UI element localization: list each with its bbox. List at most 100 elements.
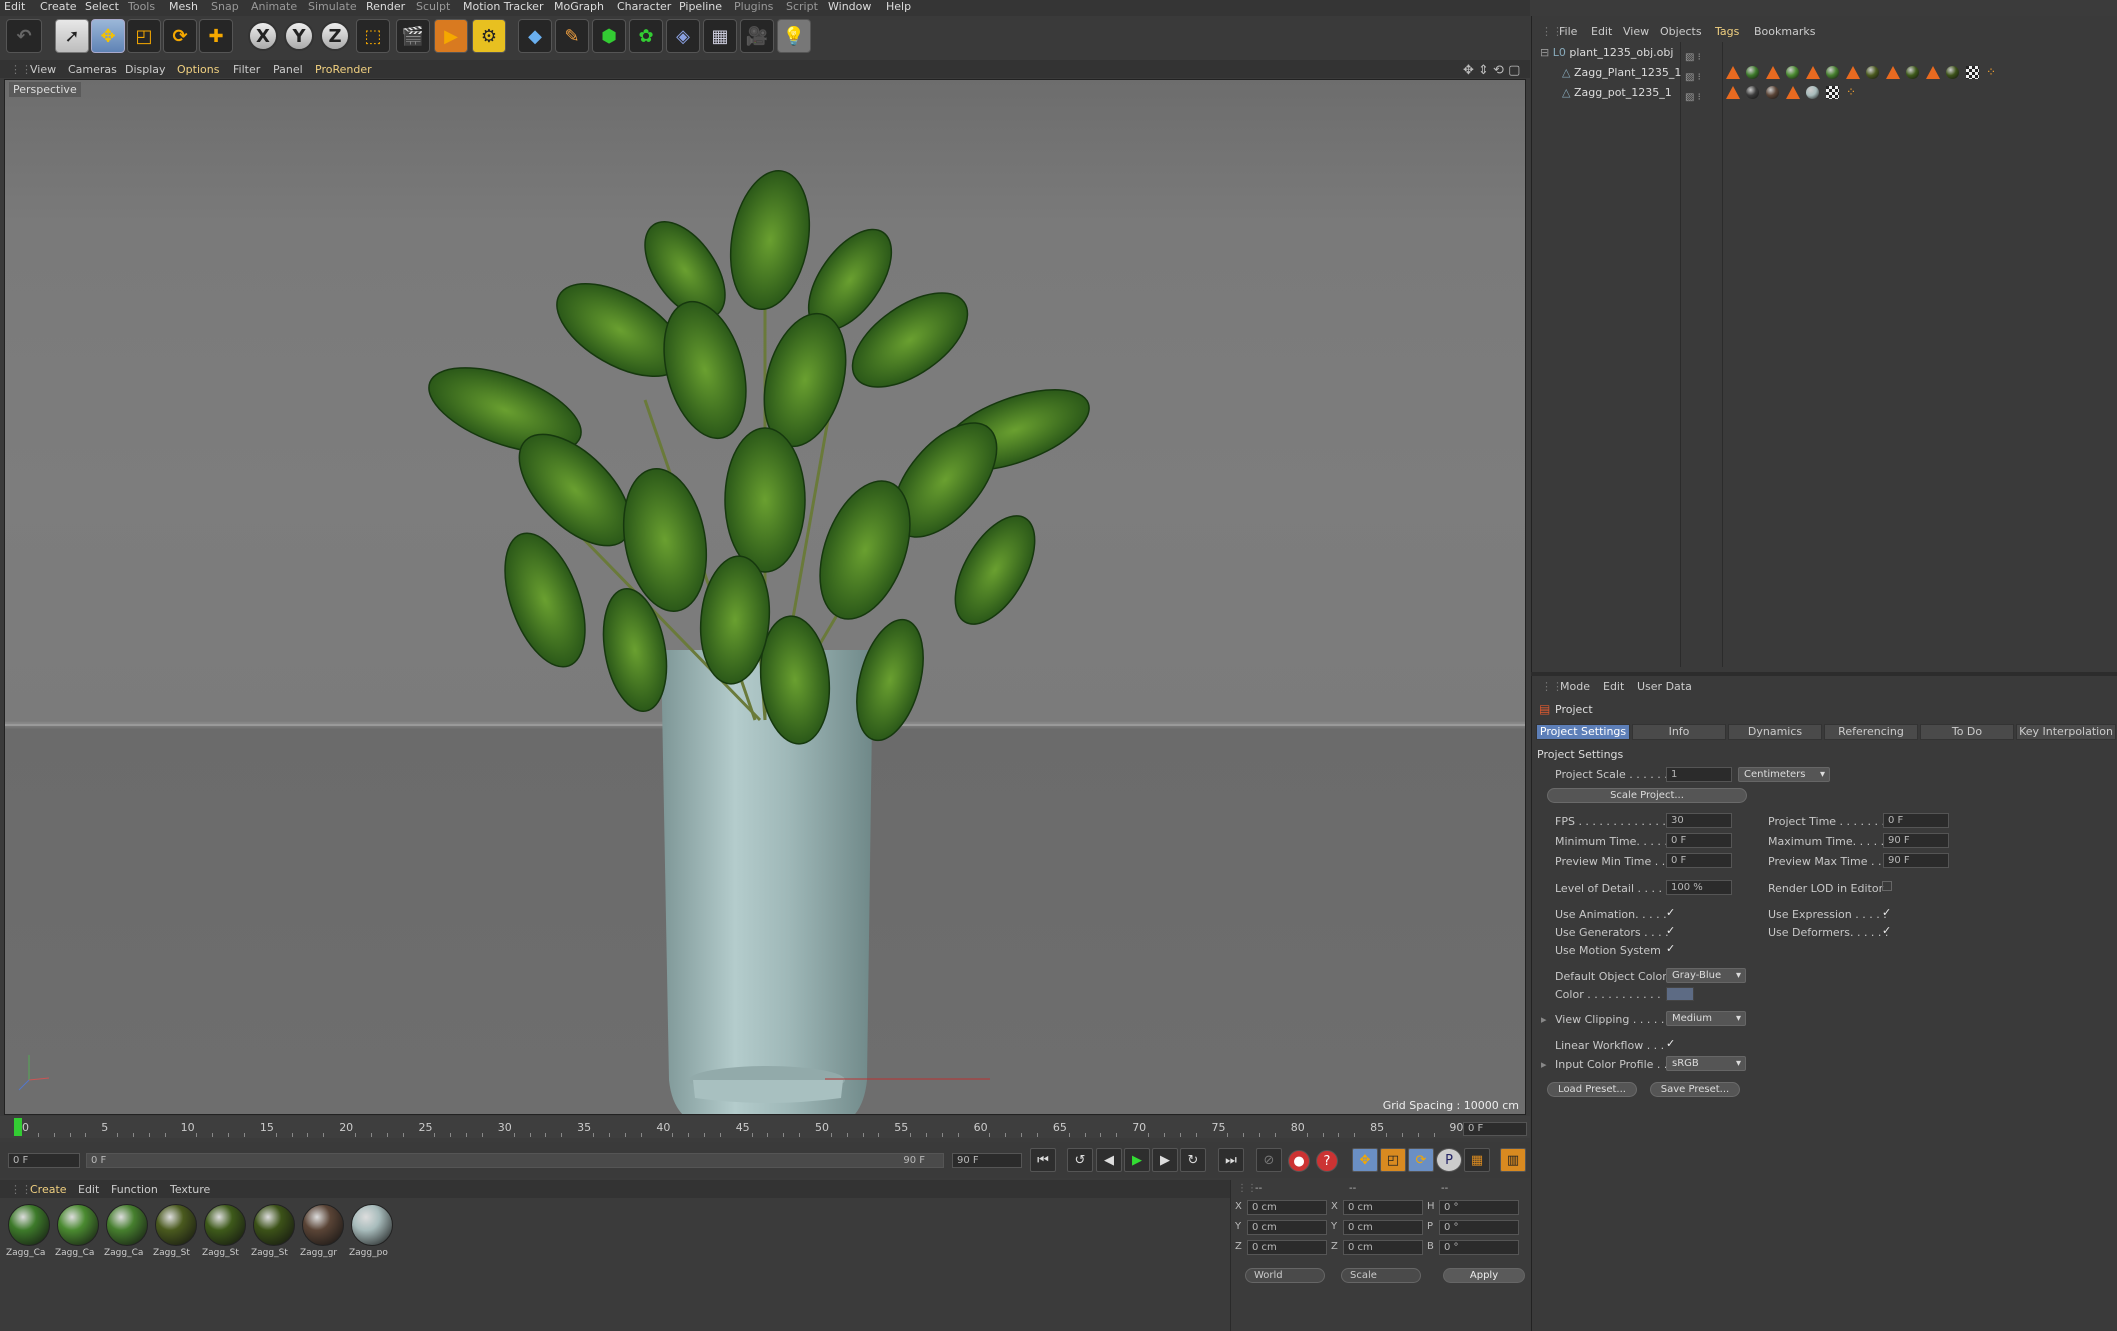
input-profile-dropdown[interactable]: sRGB (1666, 1056, 1746, 1071)
record-disabled-icon[interactable]: ⊘ (1256, 1148, 1282, 1172)
visibility-toggles[interactable]: ▨ ⁝ ▨ ⁝ ▨ ⁝ (1685, 48, 1701, 108)
material-item[interactable]: Zagg_St (251, 1204, 297, 1264)
current-frame-field[interactable]: 0 F (1463, 1122, 1527, 1136)
object-row-plant[interactable]: △ Zagg_Plant_1235_1 (1562, 66, 1681, 84)
mat-menu-create[interactable]: Create (30, 1183, 67, 1196)
material-item[interactable]: Zagg_po (349, 1204, 395, 1264)
coord-value-field[interactable]: 0 ° (1439, 1220, 1519, 1235)
previous-frame-icon[interactable]: ◀ (1096, 1148, 1122, 1172)
attr-tab[interactable]: Dynamics (1728, 724, 1822, 740)
play-icon[interactable]: ▶ (1124, 1148, 1150, 1172)
x-axis-icon[interactable]: X (248, 21, 278, 51)
cube-icon[interactable]: ◆ (518, 19, 552, 53)
vp-menu-panel[interactable]: Panel (273, 63, 303, 76)
default-color-dropdown[interactable]: Gray-Blue (1666, 968, 1746, 983)
attr-tab[interactable]: To Do (1920, 724, 2014, 740)
min-time-field[interactable]: 0 F (1666, 833, 1732, 848)
undo-icon[interactable]: ↶ (6, 19, 42, 53)
render-view-icon[interactable]: 🎬 (396, 19, 430, 53)
attr-tab[interactable]: Referencing (1824, 724, 1918, 740)
3d-viewport[interactable]: Perspective Grid Spacing: 10000 cm (4, 79, 1526, 1115)
project-time-field[interactable]: 0 F (1883, 813, 1949, 828)
menu-window[interactable]: Window (828, 0, 871, 14)
scale-unit-dropdown[interactable]: Centimeters (1738, 767, 1830, 782)
y-axis-icon[interactable]: Y (284, 21, 314, 51)
selection-tag-icon[interactable]: ⁘ (1986, 66, 1999, 79)
menu-select[interactable]: Select (85, 0, 119, 14)
material-tag-icon[interactable] (1746, 86, 1759, 99)
material-item[interactable]: Zagg_gr (300, 1204, 346, 1264)
object-name[interactable]: Zagg_Plant_1235_1 (1574, 66, 1681, 79)
lod-field[interactable]: 100 % (1666, 880, 1732, 895)
phong-tag-icon[interactable] (1926, 66, 1940, 79)
timeline-window-icon[interactable]: ▥ (1500, 1148, 1526, 1172)
om-menu-bookmarks[interactable]: Bookmarks (1754, 25, 1815, 38)
object-row-root[interactable]: ⊟ L0 plant_1235_obj.obj (1540, 46, 1673, 64)
vp-menu-prorender[interactable]: ProRender (315, 63, 372, 76)
material-tag-icon[interactable] (1826, 66, 1839, 79)
subdivision-icon[interactable]: ⬢ (592, 19, 626, 53)
selection-tag-icon[interactable]: ⁘ (1846, 86, 1859, 99)
om-menu-objects[interactable]: Objects (1660, 25, 1702, 38)
mat-menu-edit[interactable]: Edit (78, 1183, 99, 1196)
use-expression-checkbox[interactable]: ✓ (1882, 907, 1894, 919)
expand-arrow-icon[interactable]: ▸ (1541, 1013, 1547, 1026)
attr-tab[interactable]: Info (1632, 724, 1726, 740)
material-tag-icon[interactable] (1786, 66, 1799, 79)
om-menu-view[interactable]: View (1623, 25, 1649, 38)
coord-value-field[interactable]: 0 cm (1343, 1220, 1423, 1235)
menu-mesh[interactable]: Mesh (169, 0, 198, 14)
z-axis-icon[interactable]: Z (320, 21, 350, 51)
load-preset-button[interactable]: Load Preset... (1547, 1082, 1637, 1097)
preview-max-field[interactable]: 90 F (1883, 853, 1949, 868)
material-tag-icon[interactable] (1746, 66, 1759, 79)
key-parameter-icon[interactable]: P (1436, 1148, 1462, 1172)
range-slider[interactable]: 0 F 90 F (86, 1153, 944, 1168)
phong-tag-icon[interactable] (1786, 86, 1800, 99)
fps-field[interactable]: 30 (1666, 813, 1732, 828)
pen-spline-icon[interactable]: ✎ (555, 19, 589, 53)
use-animation-checkbox[interactable]: ✓ (1666, 907, 1678, 919)
material-tag-icon[interactable] (1866, 66, 1879, 79)
coord-value-field[interactable]: 0 ° (1439, 1200, 1519, 1215)
material-item[interactable]: Zagg_Ca (55, 1204, 101, 1264)
apply-button[interactable]: Apply (1443, 1268, 1525, 1283)
coord-value-field[interactable]: 0 cm (1247, 1240, 1327, 1255)
next-frame-icon[interactable]: ▶ (1152, 1148, 1178, 1172)
max-time-field[interactable]: 90 F (1883, 833, 1949, 848)
mat-menu-texture[interactable]: Texture (170, 1183, 210, 1196)
previous-key-icon[interactable]: ↺ (1067, 1148, 1093, 1172)
om-menu-edit[interactable]: Edit (1591, 25, 1612, 38)
menu-simulate[interactable]: Simulate (308, 0, 357, 14)
om-menu-tags[interactable]: Tags (1715, 25, 1739, 38)
menu-create[interactable]: Create (40, 0, 77, 14)
material-tag-icon[interactable] (1806, 86, 1819, 99)
preview-min-field[interactable]: 0 F (1666, 853, 1732, 868)
timeline-ruler[interactable]: 0 5 10 15 20 25 30 35 40 45 50 55 60 65 70 75 80 85 90 (0, 1116, 1530, 1138)
phong-tag-icon[interactable] (1726, 86, 1740, 99)
panel-separator[interactable] (1531, 672, 2117, 676)
om-menu-file[interactable]: File (1559, 25, 1577, 38)
key-position-icon[interactable]: ✥ (1352, 1148, 1378, 1172)
am-menu-user-data[interactable]: User Data (1637, 680, 1692, 693)
phong-tag-icon[interactable] (1846, 66, 1860, 79)
menu-render[interactable]: Render (366, 0, 405, 14)
mat-menu-function[interactable]: Function (111, 1183, 158, 1196)
viewport-nav-icons[interactable]: ✥ ⇕ ⟲ ▢ (1463, 63, 1520, 78)
floor-icon[interactable]: ▦ (703, 19, 737, 53)
vp-menu-view[interactable]: View (30, 63, 56, 76)
object-name[interactable]: Zagg_pot_1235_1 (1574, 86, 1672, 99)
mograph-cloner-icon[interactable]: ✿ (629, 19, 663, 53)
material-item[interactable]: Zagg_St (153, 1204, 199, 1264)
next-key-icon[interactable]: ↻ (1180, 1148, 1206, 1172)
uvw-tag-icon[interactable] (1966, 66, 1979, 79)
uvw-tag-icon[interactable] (1826, 86, 1839, 99)
expand-arrow-icon[interactable]: ▸ (1541, 1058, 1547, 1071)
menu-tools[interactable]: Tools (128, 0, 155, 14)
key-pla-icon[interactable]: ▦ (1464, 1148, 1490, 1172)
menu-script[interactable]: Script (786, 0, 818, 14)
menu-character[interactable]: Character (617, 0, 671, 14)
linear-workflow-checkbox[interactable]: ✓ (1666, 1038, 1678, 1050)
material-item[interactable]: Zagg_Ca (104, 1204, 150, 1264)
scale-mode-dropdown[interactable]: Scale (1341, 1268, 1421, 1283)
